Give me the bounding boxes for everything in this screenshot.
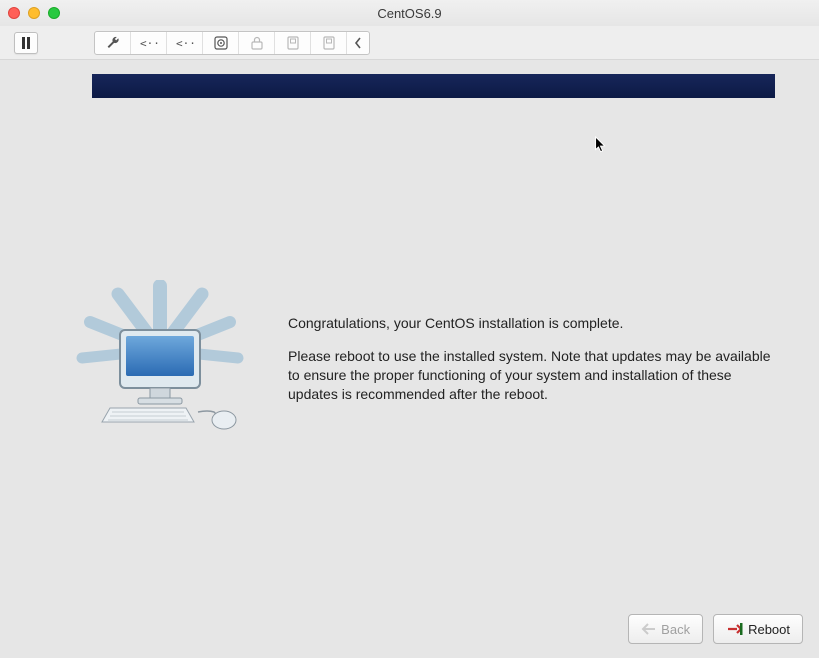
pause-icon [21,37,31,49]
congrats-text: Congratulations, your CentOS installatio… [288,314,783,333]
network1-toolbar-button[interactable]: <··> [131,32,167,54]
device1-toolbar-button[interactable] [275,32,311,54]
network-icon: <··> [140,36,158,50]
reboot-arrow-icon [726,622,744,636]
reboot-button[interactable]: Reboot [713,614,803,644]
arrow-left-icon [641,623,657,635]
computer-illustration-icon [60,280,260,440]
installer-header-bar [92,74,775,98]
reboot-button-label: Reboot [748,622,790,637]
svg-text:<··>: <··> [140,37,158,50]
chevron-left-icon [354,37,362,49]
minimize-window-button[interactable] [28,7,40,19]
settings-toolbar-button[interactable] [95,32,131,54]
vm-toolbar: <··> <··> [0,26,819,60]
disk-toolbar-button[interactable] [203,32,239,54]
lock-toolbar-button[interactable] [239,32,275,54]
pause-button[interactable] [14,32,38,54]
back-button: Back [628,614,703,644]
network-icon: <··> [176,36,194,50]
back-button-label: Back [661,622,690,637]
network2-toolbar-button[interactable]: <··> [167,32,203,54]
device-icon [322,35,336,51]
svg-text:<··>: <··> [176,37,194,50]
more-toolbar-button[interactable] [347,32,369,54]
tool-strip: <··> <··> [94,31,370,55]
guest-screen: Congratulations, your CentOS installatio… [0,60,819,658]
installer-content: Congratulations, your CentOS installatio… [60,280,789,435]
installer-footer: Back Reboot [0,604,819,658]
titlebar: CentOS6.9 [0,0,819,26]
installer-message: Congratulations, your CentOS installatio… [288,280,783,404]
reboot-instructions: Please reboot to use the installed syste… [288,347,783,404]
device-icon [286,35,300,51]
wrench-icon [105,35,121,51]
traffic-lights [8,7,60,19]
window-title: CentOS6.9 [0,6,819,21]
device2-toolbar-button[interactable] [311,32,347,54]
close-window-button[interactable] [8,7,20,19]
disk-icon [213,35,229,51]
installer-artwork [60,280,260,435]
lock-icon [250,35,264,51]
cursor-icon [594,136,608,154]
zoom-window-button[interactable] [48,7,60,19]
